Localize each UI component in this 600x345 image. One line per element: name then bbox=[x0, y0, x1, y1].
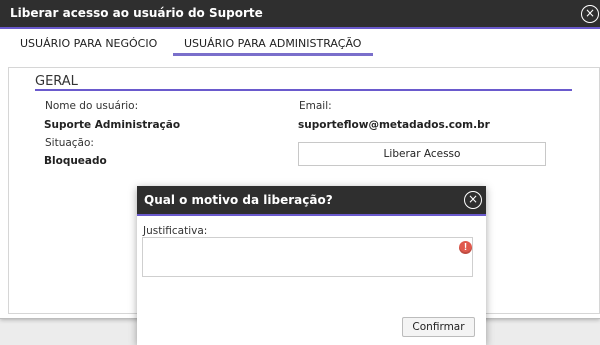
dialog-title: Qual o motivo da liberação? bbox=[144, 193, 333, 207]
reason-dialog: Qual o motivo da liberação? × Justificat… bbox=[137, 186, 486, 345]
active-tab-indicator bbox=[173, 53, 373, 56]
dialog-titlebar: Qual o motivo da liberação? × bbox=[137, 186, 486, 214]
release-access-button[interactable]: Liberar Acesso bbox=[298, 142, 546, 166]
dialog-close-icon[interactable]: × bbox=[464, 191, 482, 209]
dialog-accent-line bbox=[137, 214, 486, 216]
status-value: Bloqueado bbox=[44, 155, 107, 167]
window-close-icon[interactable]: × bbox=[581, 5, 599, 23]
window-titlebar: Liberar acesso ao usuário do Suporte × bbox=[0, 0, 600, 27]
email-label: Email: bbox=[299, 100, 332, 112]
section-divider bbox=[35, 89, 572, 91]
user-name-label: Nome do usuário: bbox=[45, 100, 139, 112]
user-name-value: Suporte Administração bbox=[44, 119, 181, 131]
tab-business-user[interactable]: USUÁRIO PARA NEGÓCIO bbox=[20, 37, 157, 50]
required-warning-icon: ! bbox=[459, 241, 472, 254]
tab-admin-user[interactable]: USUÁRIO PARA ADMINISTRAÇÃO bbox=[184, 37, 361, 50]
status-label: Situação: bbox=[45, 137, 94, 149]
section-title: GERAL bbox=[35, 74, 78, 89]
window-title: Liberar acesso ao usuário do Suporte bbox=[10, 6, 263, 20]
justification-field[interactable] bbox=[142, 237, 473, 277]
email-value: suporteflow@metadados.com.br bbox=[298, 119, 490, 131]
justification-label: Justificativa: bbox=[143, 225, 208, 237]
confirm-button[interactable]: Confirmar bbox=[402, 317, 475, 337]
